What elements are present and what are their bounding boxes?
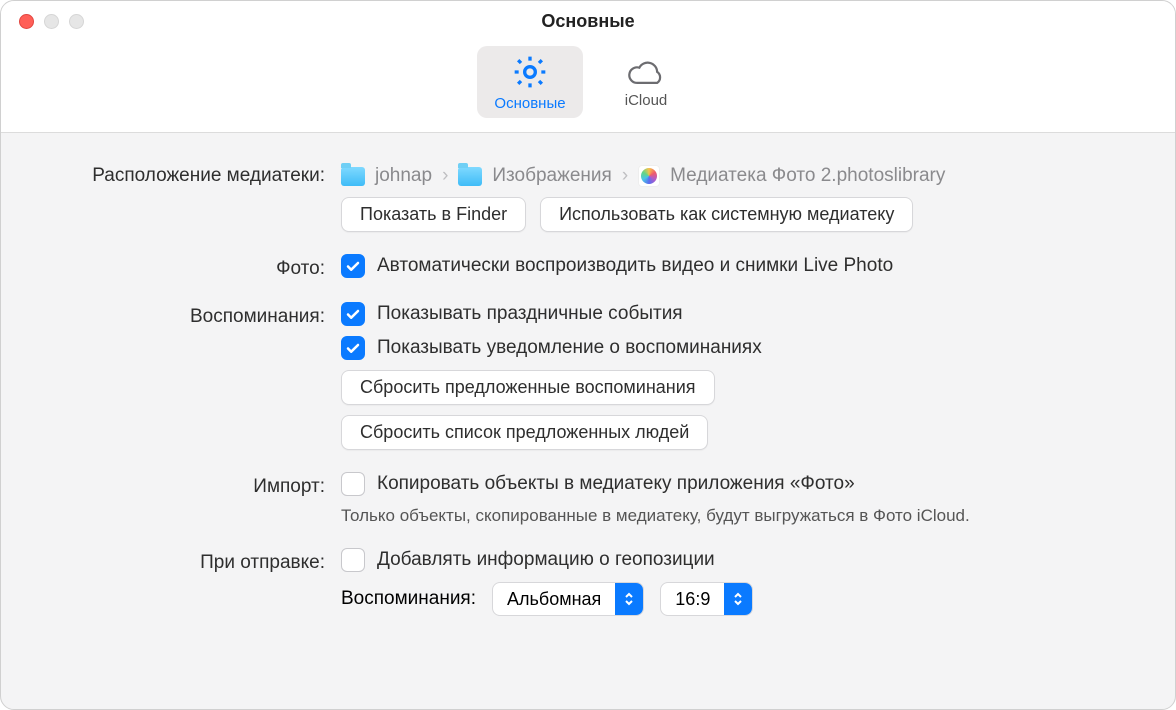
library-location-label: Расположение медиатеки:: [41, 161, 341, 187]
folder-icon: [458, 167, 482, 186]
include-location-label: Добавлять информацию о геопозиции: [377, 549, 715, 571]
photo-label: Фото:: [41, 254, 341, 280]
gear-icon: [510, 52, 550, 92]
chevron-right-icon: ›: [622, 165, 628, 187]
reset-suggested-people-button[interactable]: Сбросить список предложенных людей: [341, 415, 708, 450]
row-photo: Фото: Автоматически воспроизводить видео…: [41, 254, 1135, 280]
copy-to-library-checkbox[interactable]: [341, 472, 365, 496]
copy-to-library-label: Копировать объекты в медиатеку приложени…: [377, 473, 855, 495]
import-note: Только объекты, скопированные в медиатек…: [341, 506, 1135, 526]
memories-format-label: Воспоминания:: [341, 588, 476, 610]
use-as-system-library-button[interactable]: Использовать как системную медиатеку: [540, 197, 913, 232]
chevron-right-icon: ›: [442, 165, 448, 187]
row-memories: Воспоминания: Показывать праздничные соб…: [41, 302, 1135, 450]
show-in-finder-button[interactable]: Показать в Finder: [341, 197, 526, 232]
tab-general[interactable]: Основные: [477, 46, 583, 118]
window-title: Основные: [1, 11, 1175, 32]
crumb-pictures: Изображения: [492, 165, 611, 187]
content-area: Расположение медиатеки: johnap › Изображ…: [1, 133, 1175, 709]
memories-notification-label: Показывать уведомление о воспоминаниях: [377, 337, 762, 359]
row-library-location: Расположение медиатеки: johnap › Изображ…: [41, 161, 1135, 232]
minimize-window-button[interactable]: [44, 14, 59, 29]
show-holidays-checkbox[interactable]: [341, 302, 365, 326]
autoplay-label: Автоматически воспроизводить видео и сни…: [377, 255, 893, 277]
aspect-ratio-value: 16:9: [661, 589, 724, 610]
memories-label: Воспоминания:: [41, 302, 341, 328]
autoplay-checkbox[interactable]: [341, 254, 365, 278]
reset-suggested-memories-button[interactable]: Сбросить предложенные воспоминания: [341, 370, 715, 405]
aspect-ratio-select[interactable]: 16:9: [660, 582, 753, 616]
row-import: Импорт: Копировать объекты в медиатеку п…: [41, 472, 1135, 526]
show-holidays-label: Показывать праздничные события: [377, 303, 683, 325]
library-path-breadcrumb: johnap › Изображения › Медиатека Фото 2.…: [341, 161, 1135, 187]
sharing-label: При отправке:: [41, 548, 341, 574]
photos-library-icon: [638, 165, 660, 187]
zoom-window-button[interactable]: [69, 14, 84, 29]
toolbar: Основные iCloud: [1, 42, 1175, 133]
titlebar: Основные: [1, 1, 1175, 42]
orientation-select[interactable]: Альбомная: [492, 582, 644, 616]
close-window-button[interactable]: [19, 14, 34, 29]
include-location-checkbox[interactable]: [341, 548, 365, 572]
memories-notification-checkbox[interactable]: [341, 336, 365, 360]
tab-icloud-label: iCloud: [625, 92, 668, 109]
updown-icon: [615, 583, 643, 615]
updown-icon: [724, 583, 752, 615]
orientation-value: Альбомная: [493, 589, 615, 610]
row-sharing: При отправке: Добавлять информацию о гео…: [41, 548, 1135, 616]
tab-general-label: Основные: [494, 95, 565, 112]
crumb-user: johnap: [375, 165, 432, 187]
window-controls: [19, 14, 84, 29]
crumb-library: Медиатека Фото 2.photoslibrary: [670, 165, 945, 187]
import-label: Импорт:: [41, 472, 341, 498]
preferences-window: Основные Основные iCloud Расположение ме…: [0, 0, 1176, 710]
cloud-icon: [626, 59, 666, 89]
folder-icon: [341, 167, 365, 186]
tab-icloud[interactable]: iCloud: [593, 46, 699, 118]
